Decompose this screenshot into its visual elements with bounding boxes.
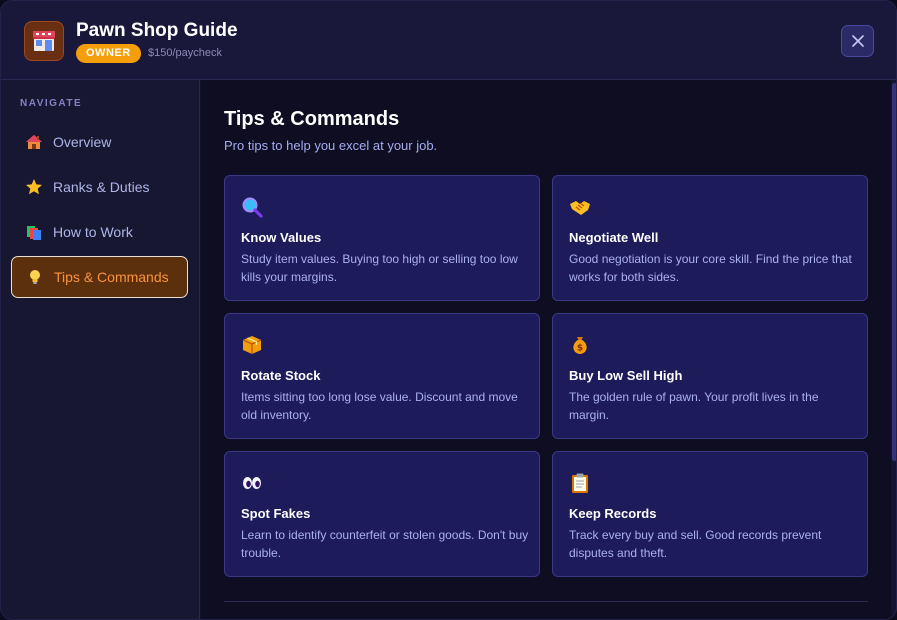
card-title: Keep Records <box>569 506 657 521</box>
card-title: Know Values <box>241 230 322 245</box>
sidebar-item-label: How to Work <box>53 224 133 240</box>
nav-section-label: NAVIGATE <box>20 98 83 109</box>
clipboard-icon <box>569 472 591 494</box>
tip-card-know-values: Know Values Study item values. Buying to… <box>224 175 540 301</box>
card-description: Track every buy and sell. Good records p… <box>569 528 822 560</box>
card-description: Good negotiation is your core skill. Fin… <box>569 252 852 284</box>
star-icon <box>25 178 43 196</box>
main-content: Tips & Commands Pro tips to help you exc… <box>201 80 891 619</box>
pay-rate: $150/paycheck <box>148 47 222 59</box>
page-title: Tips & Commands <box>224 108 400 130</box>
books-icon <box>25 223 43 241</box>
tip-card-negotiate-well: Negotiate Well Good negotiation is your … <box>552 175 868 301</box>
tip-card-keep-records: Keep Records Track every buy and sell. G… <box>552 451 868 577</box>
sidebar: NAVIGATE Overview Ranks & Duties How to … <box>1 80 200 619</box>
pawn-shop-icon <box>24 21 64 61</box>
rank-badge: OWNER <box>76 44 141 63</box>
tip-card-buy-low-sell-high: $ Buy Low Sell High The golden rule of p… <box>552 313 868 439</box>
handshake-icon <box>569 196 591 218</box>
sidebar-item-label: Overview <box>53 134 112 150</box>
page-subtitle: Pro tips to help you excel at your job. <box>224 138 438 153</box>
close-icon <box>851 35 864 47</box>
card-description: Learn to identify counterfeit or stolen … <box>241 528 529 560</box>
sidebar-item-overview[interactable]: Overview <box>11 121 188 163</box>
svg-text:$: $ <box>577 344 583 354</box>
sidebar-item-label: Ranks & Duties <box>53 179 150 195</box>
card-description: Study item values. Buying too high or se… <box>241 252 518 284</box>
tip-card-rotate-stock: Rotate Stock Items sitting too long lose… <box>224 313 540 439</box>
card-title: Buy Low Sell High <box>569 368 683 383</box>
card-description: Items sitting too long lose value. Disco… <box>241 390 518 422</box>
tip-card-spot-fakes: Spot Fakes Learn to identify counterfeit… <box>224 451 540 577</box>
card-title: Rotate Stock <box>241 368 321 383</box>
app-title: Pawn Shop Guide <box>76 20 238 41</box>
sidebar-item-label: Tips & Commands <box>54 269 169 285</box>
house-icon <box>25 133 43 151</box>
close-button[interactable] <box>841 25 874 57</box>
scrollbar-thumb[interactable] <box>892 83 896 461</box>
money-bag-icon: $ <box>569 334 591 356</box>
package-icon <box>241 334 263 356</box>
magnifier-icon <box>241 196 263 218</box>
guide-window: Pawn Shop Guide OWNER $150/paycheck NAVI… <box>0 0 897 620</box>
sidebar-item-tips-commands[interactable]: Tips & Commands <box>11 256 188 298</box>
sidebar-item-ranks-duties[interactable]: Ranks & Duties <box>11 166 188 208</box>
sidebar-item-how-to-work[interactable]: How to Work <box>11 211 188 253</box>
section-divider <box>224 601 868 602</box>
header: Pawn Shop Guide OWNER $150/paycheck <box>1 1 896 80</box>
card-description: The golden rule of pawn. Your profit liv… <box>569 390 819 422</box>
eyes-icon <box>241 472 263 494</box>
card-title: Negotiate Well <box>569 230 659 245</box>
card-title: Spot Fakes <box>241 506 311 521</box>
lightbulb-icon <box>26 268 44 286</box>
